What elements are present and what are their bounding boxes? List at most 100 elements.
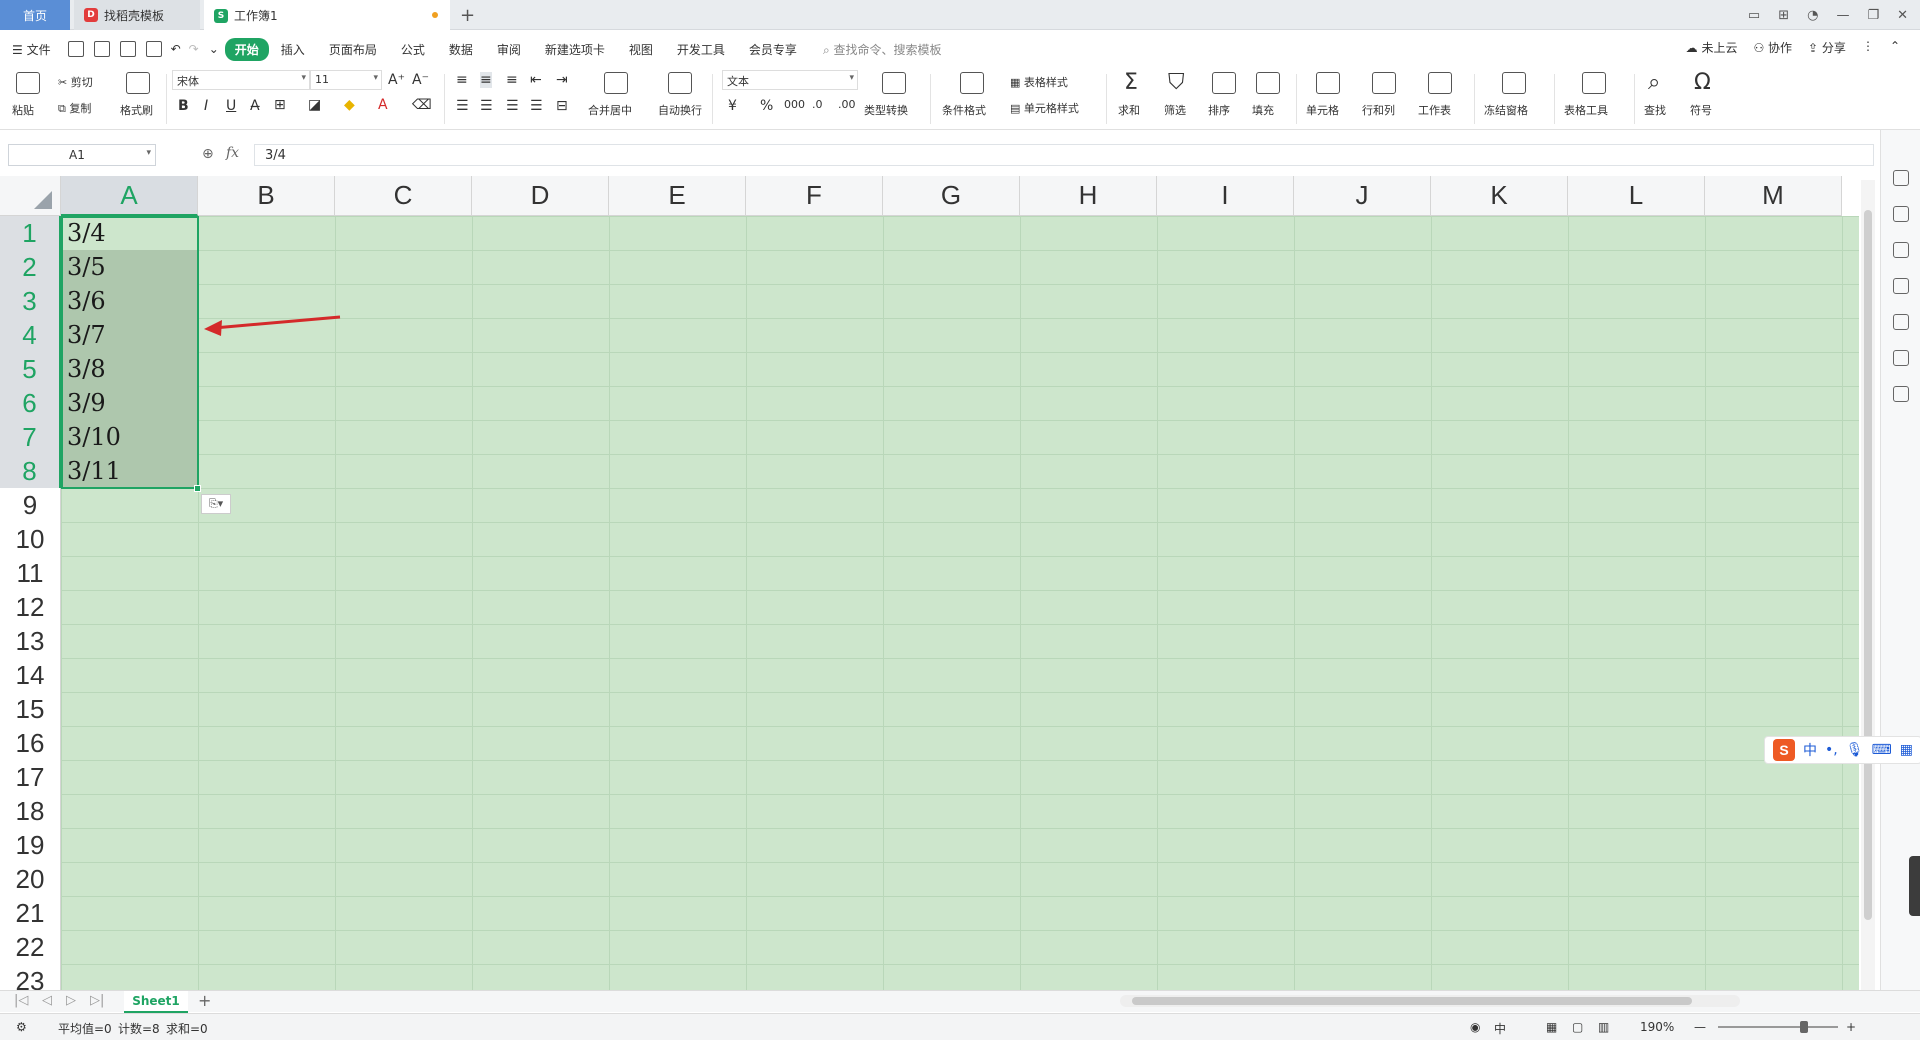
column-header-g[interactable]: G xyxy=(883,176,1020,216)
cell-area[interactable]: 3/4 3/5 3/6 3/7 3/8 3/9 3/10 3/11 ⎘▾ xyxy=(61,216,1859,990)
ime-mic-icon[interactable]: 🎙 xyxy=(1846,742,1864,758)
collapse-ribbon-icon[interactable]: ⌃ xyxy=(1890,39,1900,56)
normal-view-icon[interactable]: ▦ xyxy=(1546,1020,1557,1034)
sidebar-select-icon[interactable] xyxy=(1893,206,1909,222)
ime-toolbar[interactable]: S 中 •, 🎙 ⌨ ▦ xyxy=(1764,736,1920,764)
filter-button[interactable]: 筛选 xyxy=(1164,102,1186,118)
first-sheet-icon[interactable]: |◁ xyxy=(14,993,28,1008)
column-header-l[interactable]: L xyxy=(1568,176,1705,216)
row-header-2[interactable]: 2 xyxy=(0,250,61,284)
decrease-font-icon[interactable]: A⁻ xyxy=(412,72,429,88)
cut-button[interactable]: ✂ 剪切 xyxy=(58,74,93,90)
redo-icon[interactable]: ↷ xyxy=(185,42,203,56)
find-button[interactable]: 查找 xyxy=(1644,102,1666,118)
row-header-17[interactable]: 17 xyxy=(0,760,61,794)
row-header-10[interactable]: 10 xyxy=(0,522,61,556)
page-break-view-icon[interactable]: ▥ xyxy=(1598,1020,1609,1034)
copy-button[interactable]: ⧉ 复制 xyxy=(58,100,91,116)
justify-icon[interactable]: ☰ xyxy=(530,98,543,114)
more-options-icon[interactable]: ⋮ xyxy=(1862,39,1874,56)
conditional-format-icon[interactable] xyxy=(960,72,984,94)
cloud-status[interactable]: ☁ 未上云 xyxy=(1686,39,1738,56)
name-box[interactable]: A1 xyxy=(8,144,156,166)
cell-a1[interactable]: 3/4 xyxy=(61,216,198,250)
row-header-20[interactable]: 20 xyxy=(0,862,61,896)
row-header-3[interactable]: 3 xyxy=(0,284,61,318)
minimize-icon[interactable]: — xyxy=(1836,8,1849,23)
zoom-in-icon[interactable]: + xyxy=(1846,1020,1856,1034)
currency-icon[interactable]: ¥ xyxy=(728,98,737,114)
fill-handle[interactable] xyxy=(194,485,201,492)
macro-icon[interactable]: ⚙ xyxy=(16,1020,27,1034)
worksheet-icon[interactable] xyxy=(1428,72,1452,94)
menu-new-tab[interactable]: 新建选项卡 xyxy=(533,41,617,58)
sum-icon[interactable]: Σ xyxy=(1124,70,1138,95)
menu-home[interactable]: 开始 xyxy=(224,37,269,61)
menu-page-layout[interactable]: 页面布局 xyxy=(317,41,389,58)
vertical-scrollbar[interactable] xyxy=(1861,180,1875,990)
formula-input[interactable]: 3/4 xyxy=(254,144,1874,166)
row-header-13[interactable]: 13 xyxy=(0,624,61,658)
column-header-c[interactable]: C xyxy=(335,176,472,216)
align-middle-icon[interactable]: ≡ xyxy=(480,72,492,88)
restore-icon[interactable]: ❐ xyxy=(1867,8,1879,23)
cell-a8[interactable]: 3/11 xyxy=(61,454,198,488)
filter-icon[interactable]: ⛉ xyxy=(1168,70,1185,95)
share-button[interactable]: ⇪ 分享 xyxy=(1808,39,1846,56)
cell-a3[interactable]: 3/6 xyxy=(61,284,198,318)
cell-a5[interactable]: 3/8 xyxy=(61,352,198,386)
sidebar-backup-icon[interactable] xyxy=(1893,314,1909,330)
ime-lang[interactable]: 中 xyxy=(1803,740,1817,760)
indent-decrease-icon[interactable]: ⇤ xyxy=(530,72,542,88)
number-format-select[interactable]: 文本 xyxy=(722,70,858,90)
thousands-icon[interactable]: 000 xyxy=(784,98,805,111)
tab-home[interactable]: 首页 xyxy=(0,0,70,30)
status-lang[interactable]: 中 xyxy=(1494,1020,1506,1037)
row-header-5[interactable]: 5 xyxy=(0,352,61,386)
decrease-decimal-icon[interactable]: .00 xyxy=(838,98,856,111)
zoom-slider-thumb[interactable] xyxy=(1800,1021,1808,1033)
eye-protect-icon[interactable]: ◉ xyxy=(1470,1020,1480,1034)
sidebar-share-icon[interactable] xyxy=(1893,350,1909,366)
column-header-e[interactable]: E xyxy=(609,176,746,216)
indent-increase-icon[interactable]: ⇥ xyxy=(556,72,568,88)
add-sheet-button[interactable]: + xyxy=(198,991,211,1010)
print-preview-icon[interactable] xyxy=(145,41,162,57)
row-header-12[interactable]: 12 xyxy=(0,590,61,624)
prev-sheet-icon[interactable]: ◁ xyxy=(42,993,52,1008)
sidebar-style-icon[interactable] xyxy=(1893,170,1909,186)
format-painter-button[interactable]: 格式刷 xyxy=(120,102,153,118)
row-col-icon[interactable] xyxy=(1372,72,1396,94)
column-header-i[interactable]: I xyxy=(1157,176,1294,216)
command-search[interactable]: ⌕ 查找命令、搜索模板 xyxy=(823,41,942,58)
menu-review[interactable]: 审阅 xyxy=(485,41,533,58)
new-tab-button[interactable]: + xyxy=(460,5,475,26)
table-tools-icon[interactable] xyxy=(1582,72,1606,94)
row-header-4[interactable]: 4 xyxy=(0,318,61,352)
type-convert-icon[interactable] xyxy=(882,72,906,94)
align-bottom-icon[interactable]: ≡ xyxy=(506,72,518,88)
column-header-a[interactable]: A xyxy=(61,176,198,216)
sort-icon[interactable] xyxy=(1212,72,1236,94)
column-header-k[interactable]: K xyxy=(1431,176,1568,216)
fill-color-icon[interactable]: ◆ xyxy=(344,97,355,113)
wrap-text-icon[interactable] xyxy=(668,72,692,94)
column-header-b[interactable]: B xyxy=(198,176,335,216)
row-header-6[interactable]: 6 xyxy=(0,386,61,420)
cell-style-button[interactable]: ▤ 单元格样式 xyxy=(1010,100,1079,116)
column-header-h[interactable]: H xyxy=(1020,176,1157,216)
zoom-level[interactable]: 190% xyxy=(1640,1020,1674,1034)
collab-button[interactable]: ⚇ 协作 xyxy=(1753,39,1792,56)
distribute-icon[interactable]: ⊟ xyxy=(556,98,568,114)
zoom-slider[interactable] xyxy=(1718,1026,1838,1028)
ime-punct-icon[interactable]: •, xyxy=(1825,742,1838,758)
sidebar-settings-icon[interactable] xyxy=(1893,242,1909,258)
sidebar-shape-icon[interactable] xyxy=(1893,278,1909,294)
find-icon[interactable]: ⌕ xyxy=(1648,70,1660,95)
row-header-18[interactable]: 18 xyxy=(0,794,61,828)
row-header-19[interactable]: 19 xyxy=(0,828,61,862)
increase-font-icon[interactable]: A⁺ xyxy=(388,72,405,88)
next-sheet-icon[interactable]: ▷ xyxy=(66,993,76,1008)
floating-panel-handle[interactable] xyxy=(1909,856,1920,916)
fill-icon[interactable] xyxy=(1256,72,1280,94)
